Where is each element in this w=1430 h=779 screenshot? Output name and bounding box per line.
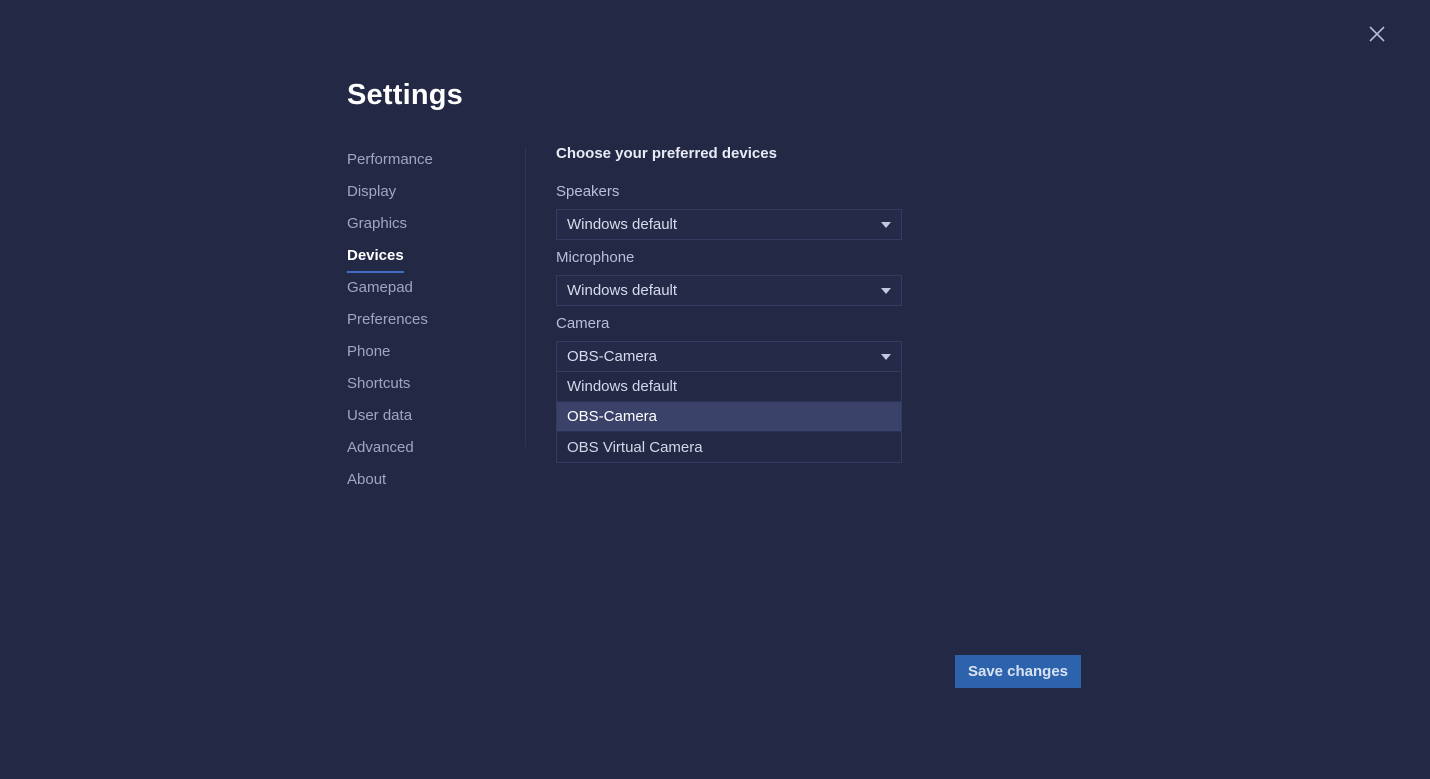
speakers-field: Speakers Windows default	[556, 183, 902, 240]
camera-field: Camera OBS-Camera Windows default OBS-Ca…	[556, 315, 902, 463]
camera-option-obs-virtual-camera[interactable]: OBS Virtual Camera	[557, 432, 901, 462]
page-title: Settings	[347, 79, 463, 111]
sidebar-item-devices[interactable]: Devices	[347, 241, 404, 273]
camera-option-list: Windows default OBS-Camera OBS Virtual C…	[556, 372, 902, 463]
microphone-label: Microphone	[556, 249, 635, 266]
microphone-selected-value: Windows default	[567, 282, 678, 299]
settings-sidebar: Performance Display Graphics Devices Gam…	[347, 145, 525, 497]
sidebar-item-performance[interactable]: Performance	[347, 145, 433, 177]
speakers-label: Speakers	[556, 183, 620, 200]
camera-selected-value: OBS-Camera	[567, 348, 658, 365]
sidebar-item-display[interactable]: Display	[347, 177, 396, 209]
camera-label: Camera	[556, 315, 610, 332]
section-heading: Choose your preferred devices	[556, 145, 777, 162]
devices-panel: Choose your preferred devices Speakers W…	[556, 145, 902, 472]
camera-option-windows-default[interactable]: Windows default	[557, 372, 901, 402]
save-changes-button[interactable]: Save changes	[955, 655, 1081, 688]
chevron-down-icon	[881, 221, 891, 228]
speakers-selected-value: Windows default	[567, 216, 678, 233]
microphone-field: Microphone Windows default	[556, 249, 902, 306]
sidebar-item-shortcuts[interactable]: Shortcuts	[347, 369, 410, 401]
chevron-down-icon	[881, 287, 891, 294]
close-icon	[1368, 25, 1386, 43]
camera-option-obs-camera[interactable]: OBS-Camera	[557, 402, 901, 432]
sidebar-divider	[525, 147, 526, 447]
microphone-select[interactable]: Windows default	[556, 275, 902, 306]
sidebar-item-advanced[interactable]: Advanced	[347, 433, 414, 465]
sidebar-item-graphics[interactable]: Graphics	[347, 209, 407, 241]
sidebar-item-preferences[interactable]: Preferences	[347, 305, 428, 337]
close-button[interactable]	[1363, 20, 1391, 48]
chevron-down-icon	[881, 353, 891, 360]
camera-select[interactable]: OBS-Camera	[556, 341, 902, 372]
sidebar-item-phone[interactable]: Phone	[347, 337, 390, 369]
speakers-select[interactable]: Windows default	[556, 209, 902, 240]
sidebar-item-about[interactable]: About	[347, 465, 386, 497]
sidebar-item-gamepad[interactable]: Gamepad	[347, 273, 413, 305]
sidebar-item-user-data[interactable]: User data	[347, 401, 412, 433]
